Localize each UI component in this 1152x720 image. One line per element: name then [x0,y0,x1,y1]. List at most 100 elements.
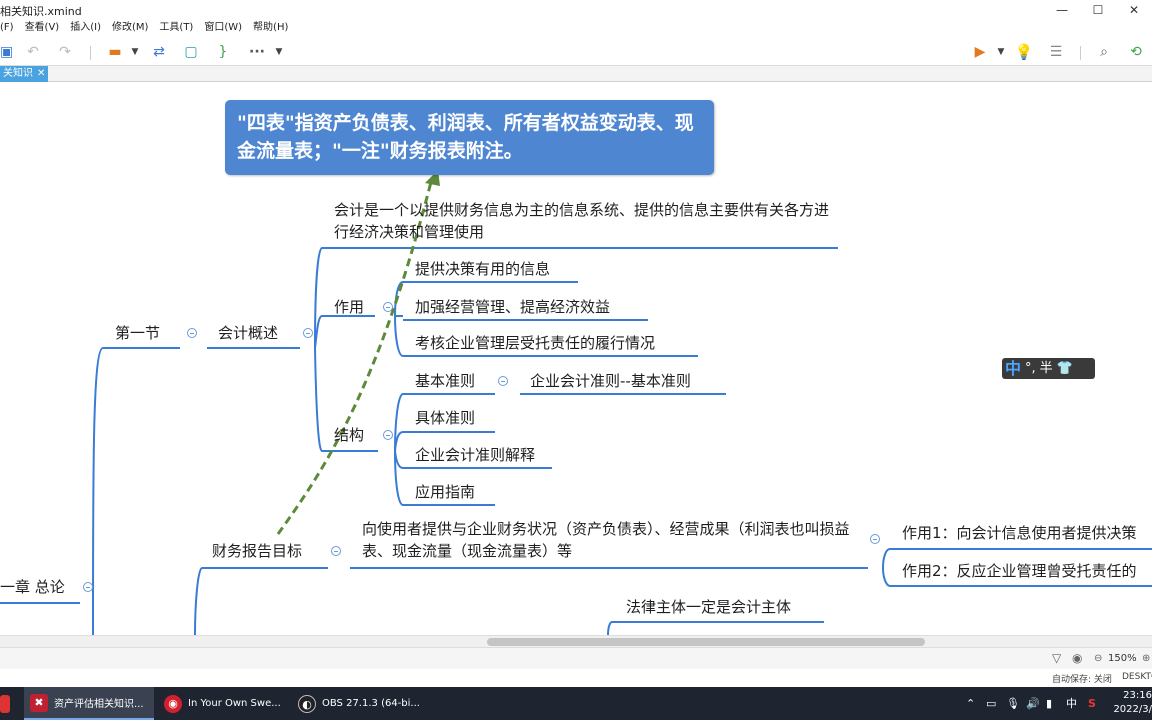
maximize-button[interactable]: ☐ [1080,0,1116,20]
role-item[interactable]: 考核企业管理层受托责任的履行情况 [415,332,655,354]
topic-legal-entity[interactable]: 法律主体一定是会计主体 [626,596,791,618]
zoom-in-icon[interactable]: ⊕ [1142,653,1150,664]
menu-help[interactable]: 帮助(H) [253,20,288,38]
structure-item[interactable]: 企业会计准则解释 [415,444,535,466]
collapse-toggle-icon[interactable] [383,302,393,312]
more-icon[interactable]: ··· [246,43,268,61]
relationship-icon[interactable]: ⇄ [150,43,168,61]
obs-icon: ◐ [298,694,316,713]
toolbar-separator [1080,46,1081,60]
dropdown-arrow-icon[interactable]: ▼ [996,43,1006,61]
eye-icon[interactable]: ◉ [1072,651,1082,665]
dropdown-arrow-icon[interactable]: ▼ [130,43,140,61]
collapse-toggle-icon[interactable] [498,376,508,386]
menu-view[interactable]: 查看(V) [25,20,60,38]
callout-note[interactable]: "四表"指资产负债表、利润表、所有者权益变动表、现金流量表；"一注"财务报表附注… [225,100,714,175]
topic-definition[interactable]: 会计是一个以提供财务信息为主的信息系统、提供的信息主要供有关各方进行经济决策和管… [334,199,834,243]
structure-item[interactable]: 基本准则 [415,370,475,392]
netease-music-icon: ◉ [164,694,182,713]
collapse-toggle-icon[interactable] [383,430,393,440]
mindmap-canvas[interactable]: "四表"指资产负债表、利润表、所有者权益变动表、现金流量表；"一注"财务报表附注… [0,82,1152,635]
menu-insert[interactable]: 插入(I) [70,20,101,38]
scrollbar-thumb[interactable] [487,638,925,646]
topic-style-icon[interactable]: ▬ [106,43,124,61]
taskbar-item-music[interactable]: ◉ In Your Own Swe... [158,687,288,720]
taskbar: ✖ 资产评估相关知识... ◉ In Your Own Swe... ◐ OBS… [0,687,1152,720]
computer-name: DESKTO [1122,672,1152,682]
topic-report-goal[interactable]: 财务报告目标 [212,540,302,562]
clock-time: 23:16 [1123,690,1152,701]
close-button[interactable]: ✕ [1116,0,1152,20]
undo-icon[interactable]: ↶ [24,43,42,61]
status-bar: ▽ ◉ ⊖ 150% ⊕ [0,647,1152,669]
taskbar-item-obs[interactable]: ◐ OBS 27.1.3 (64-bi... [292,687,422,720]
dropdown-arrow-icon[interactable]: ▼ [274,43,284,61]
topic-report-goal-detail[interactable]: 向使用者提供与企业财务状况（资产负债表）、经营成果（利润表也叫损益表、现金流量（… [362,518,862,562]
tray-ime[interactable]: 中 [1066,687,1077,720]
network-icon[interactable]: ▭ [986,687,996,720]
menu-window[interactable]: 窗口(W) [204,20,242,38]
collapse-toggle-icon[interactable] [303,328,313,338]
xmind-window: 相关知识.xmind — ☐ ✕ (F) 查看(V) 插入(I) 修改(M) 工… [0,0,1152,720]
goal-role-item[interactable]: 作用1：向会计信息使用者提供决策 [902,522,1137,544]
title-bar: 相关知识.xmind — ☐ ✕ [0,0,1152,20]
tab-strip: 关知识 ✕ [0,66,1152,82]
topic-overview[interactable]: 会计概述 [218,322,278,344]
ime-toolbar[interactable]: 中 °, 半 👕 [1002,358,1095,379]
clock[interactable]: 23:16 2022/3/ [1112,689,1152,717]
battery-icon[interactable]: ▮ [1046,687,1052,720]
boundary-icon[interactable]: ▢ [182,43,200,61]
ime-width[interactable]: 半 [1040,358,1053,379]
menu-tools[interactable]: 工具(T) [159,20,193,38]
tab-label: 关知识 [3,68,33,79]
goal-role-item[interactable]: 作用2：反应企业管理曾受托责任的 [902,560,1137,582]
app-icon [0,694,10,713]
presentation-icon[interactable]: ▶ [970,43,990,61]
autosave-status[interactable]: 自动保存: 关闭 [1052,672,1112,685]
tray-chevron-icon[interactable]: ⌃ [966,687,975,720]
ime-skin-icon[interactable]: 👕 [1057,358,1073,379]
minimize-button[interactable]: — [1044,0,1080,20]
start-area[interactable] [0,687,20,720]
toolbar-separator [90,46,91,60]
structure-item[interactable]: 应用指南 [415,481,475,503]
zoom-level: 150% [1108,653,1137,664]
topic-section1[interactable]: 第一节 [115,322,160,344]
microphone-icon[interactable]: 🎙 [1006,687,1020,720]
collapse-toggle-icon[interactable] [331,546,341,556]
collapse-toggle-icon[interactable] [83,582,93,592]
menu-modify[interactable]: 修改(M) [112,20,148,38]
role-item[interactable]: 加强经营管理、提高经济效益 [415,296,610,318]
taskbar-item-label: OBS 27.1.3 (64-bi... [322,698,420,709]
summary-icon[interactable]: } [214,43,232,61]
sogou-icon[interactable]: S [1088,687,1096,720]
root-topic[interactable]: 一章 总论 [0,576,65,598]
taskbar-item-xmind[interactable]: ✖ 资产评估相关知识... [24,687,154,720]
save-icon[interactable]: ▣ [0,43,13,61]
topic-role[interactable]: 作用 [334,296,364,318]
structure-item[interactable]: 具体准则 [415,407,475,429]
horizontal-scrollbar[interactable] [0,635,1152,647]
taskbar-item-label: In Your Own Swe... [188,698,281,709]
filter-icon[interactable]: ▽ [1052,651,1061,665]
share-icon[interactable]: ⟲ [1126,43,1146,61]
topic-structure[interactable]: 结构 [334,424,364,446]
search-icon[interactable]: ⌕ [1094,43,1114,61]
role-item[interactable]: 提供决策有用的信息 [415,258,550,280]
ime-punct[interactable]: °, [1025,358,1036,379]
redo-icon[interactable]: ↷ [56,43,74,61]
tab-document[interactable]: 关知识 ✕ [0,66,49,82]
collapse-toggle-icon[interactable] [870,534,880,544]
taskbar-item-label: 资产评估相关知识... [54,699,144,710]
menu-bar: (F) 查看(V) 插入(I) 修改(M) 工具(T) 窗口(W) 帮助(H) [0,20,1152,38]
structure-detail[interactable]: 企业会计准则--基本准则 [530,370,691,392]
xmind-icon: ✖ [30,693,48,712]
tab-close-icon[interactable]: ✕ [37,66,45,82]
menu-file[interactable]: (F) [0,20,14,38]
outline-icon[interactable]: ☰ [1046,43,1066,61]
idea-bulb-icon[interactable]: 💡 [1014,43,1034,61]
zoom-out-icon[interactable]: ⊖ [1094,653,1102,664]
ime-mode[interactable]: 中 [1005,358,1021,379]
speaker-icon[interactable]: 🔊 [1026,687,1040,720]
collapse-toggle-icon[interactable] [187,328,197,338]
